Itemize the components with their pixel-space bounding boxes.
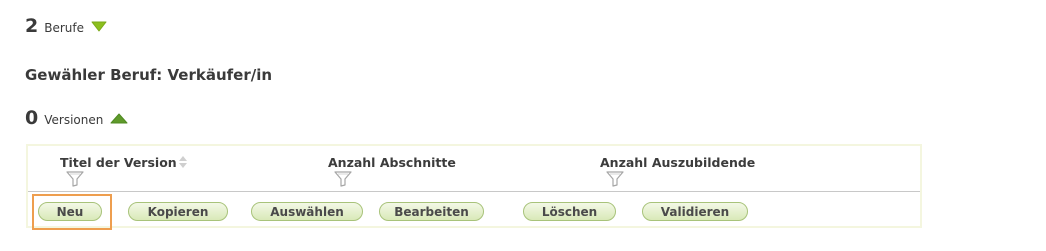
validieren-button[interactable]: Validieren [642,202,748,221]
header-divider [28,191,920,192]
versionen-count: 0 [25,107,39,129]
bearbeiten-button[interactable]: Bearbeiten [379,202,484,221]
filter-funnel-icon[interactable] [66,171,84,191]
berufe-label: Berufe [44,21,84,35]
berufe-count: 2 [25,15,39,37]
triangle-down-icon[interactable] [91,21,107,32]
auswaehlen-button[interactable]: Auswählen [251,202,363,221]
column-header-titel-label: Titel der Version [60,155,177,170]
versions-table: Titel der Version Anzahl Abschnitte Anza… [26,144,922,228]
triangle-up-icon[interactable] [110,113,128,124]
filter-funnel-icon[interactable] [606,171,624,191]
versionen-counter: 0 Versionen [25,107,128,129]
column-header-titel[interactable]: Titel der Version [60,155,188,172]
column-header-abschnitte[interactable]: Anzahl Abschnitte [328,155,456,170]
kopieren-button[interactable]: Kopieren [128,202,228,221]
sort-arrows-icon[interactable] [178,155,188,172]
berufe-counter: 2 Berufe [25,15,107,37]
filter-funnel-icon[interactable] [334,171,352,191]
loeschen-button[interactable]: Löschen [523,202,616,221]
selected-beruf-title: Gewähler Beruf: Verkäufer/in [25,66,273,84]
versionen-label: Versionen [44,113,104,127]
neu-button[interactable]: Neu [38,202,102,221]
column-header-auszubildende[interactable]: Anzahl Auszubildende [600,155,755,170]
